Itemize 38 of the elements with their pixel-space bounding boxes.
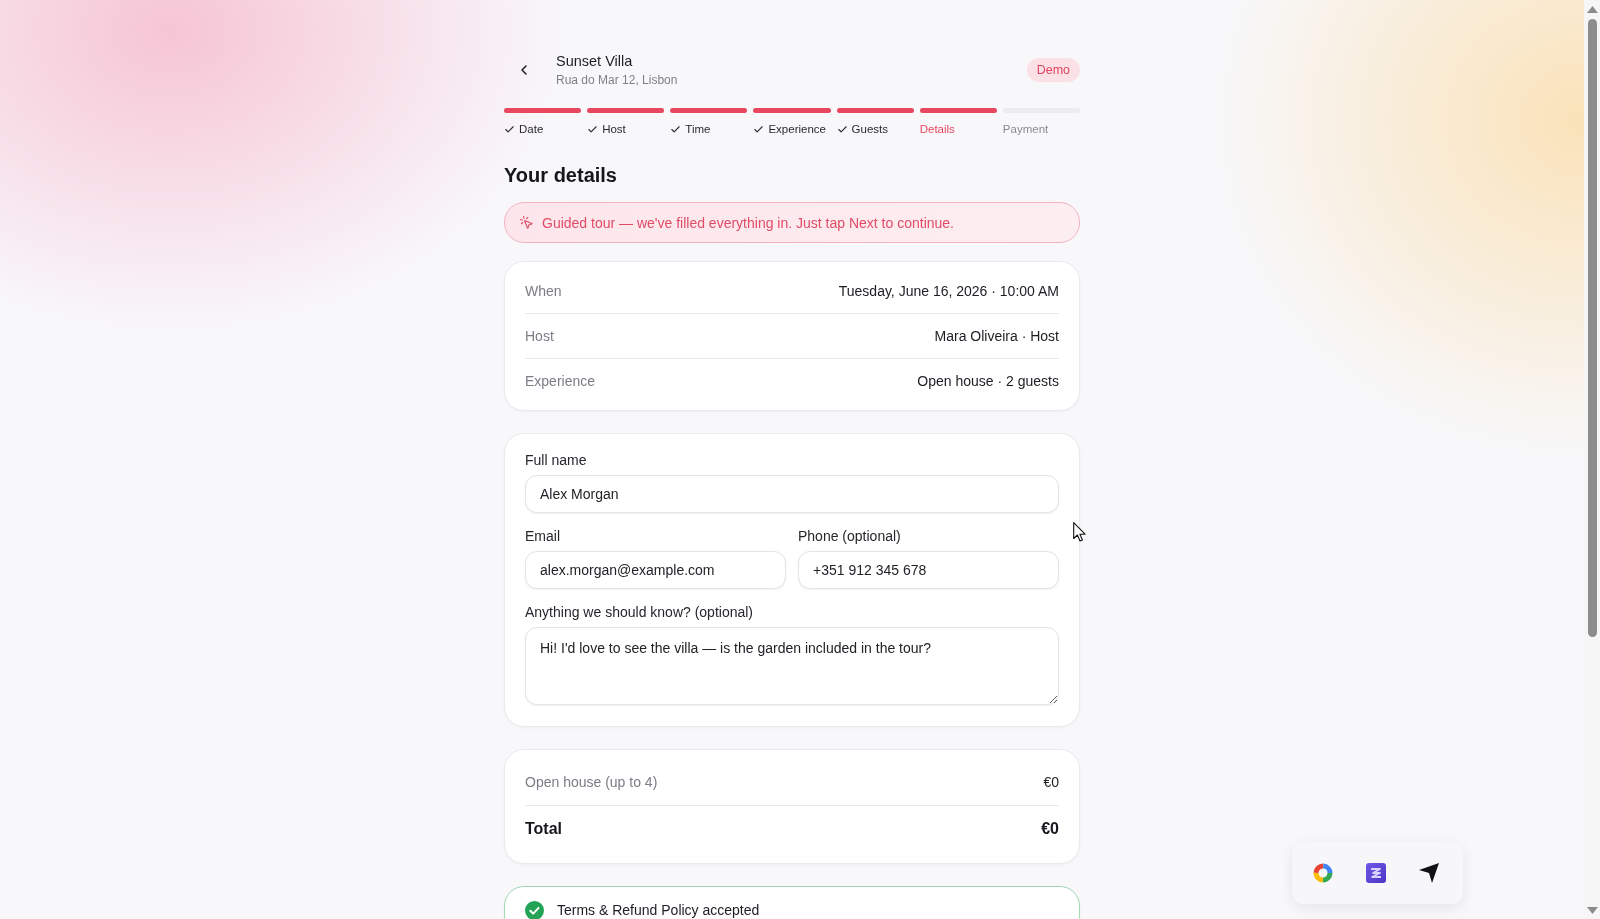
summary-value: Tuesday, June 16, 2026 · 10:00 AM <box>838 283 1059 299</box>
summary-label: Experience <box>525 373 596 389</box>
pointer-click-icon <box>519 215 534 230</box>
scrollbar-thumb[interactable] <box>1587 19 1597 637</box>
textarea-field[interactable]: Hi! I'd love to see the villa — is the garden included in the tour? <box>525 627 1059 705</box>
field-label: Phone (optional) <box>798 528 902 544</box>
field-label: Anything we should know? (optional) <box>525 604 755 620</box>
field-label: Full name <box>525 452 588 468</box>
summary-value: Mara Oliveira · Host <box>934 328 1059 344</box>
terms-text: Terms & Refund Policy accepted <box>557 903 760 918</box>
field-label: Email <box>525 528 561 544</box>
step-label: Guests <box>851 123 888 135</box>
input-field[interactable]: alex.morgan@example.com <box>525 551 786 589</box>
scroll-down-arrow-icon[interactable] <box>1586 907 1598 914</box>
total-label: Total <box>525 820 563 838</box>
summary-label: Host <box>525 328 554 344</box>
step-label: Time <box>685 123 711 135</box>
page-heading: Your details <box>504 163 618 187</box>
step-label: Payment <box>1002 123 1049 135</box>
scroll-up-arrow-icon[interactable] <box>1586 6 1598 13</box>
step-label: Experience <box>768 123 826 135</box>
navigation-arrow-icon[interactable] <box>1419 862 1439 883</box>
step-label: Details <box>919 123 955 135</box>
total-amount: €0 <box>1041 820 1059 838</box>
price-label: Open house (up to 4) <box>525 773 658 790</box>
input-field[interactable]: Alex Morgan <box>525 475 1059 513</box>
segmented-ring-icon[interactable] <box>1313 862 1333 883</box>
step-label: Host <box>602 123 626 135</box>
input-field[interactable]: +351 912 345 678 <box>798 551 1059 589</box>
price-amount: €0 <box>1043 773 1059 790</box>
banner-text: Guided tour — we've filled everything in. Just tap Next to continue. <box>542 214 954 231</box>
summary-label: When <box>525 283 562 299</box>
zigzag-tile-icon[interactable] <box>1366 862 1386 883</box>
step-label: Date <box>519 123 544 135</box>
venue-address: Rua do Mar 12, Lisbon <box>556 73 678 87</box>
summary-value: Open house · 2 guests <box>917 373 1059 389</box>
demo-badge: Demo <box>1026 58 1080 82</box>
venue-title: Sunset Villa <box>556 53 634 69</box>
